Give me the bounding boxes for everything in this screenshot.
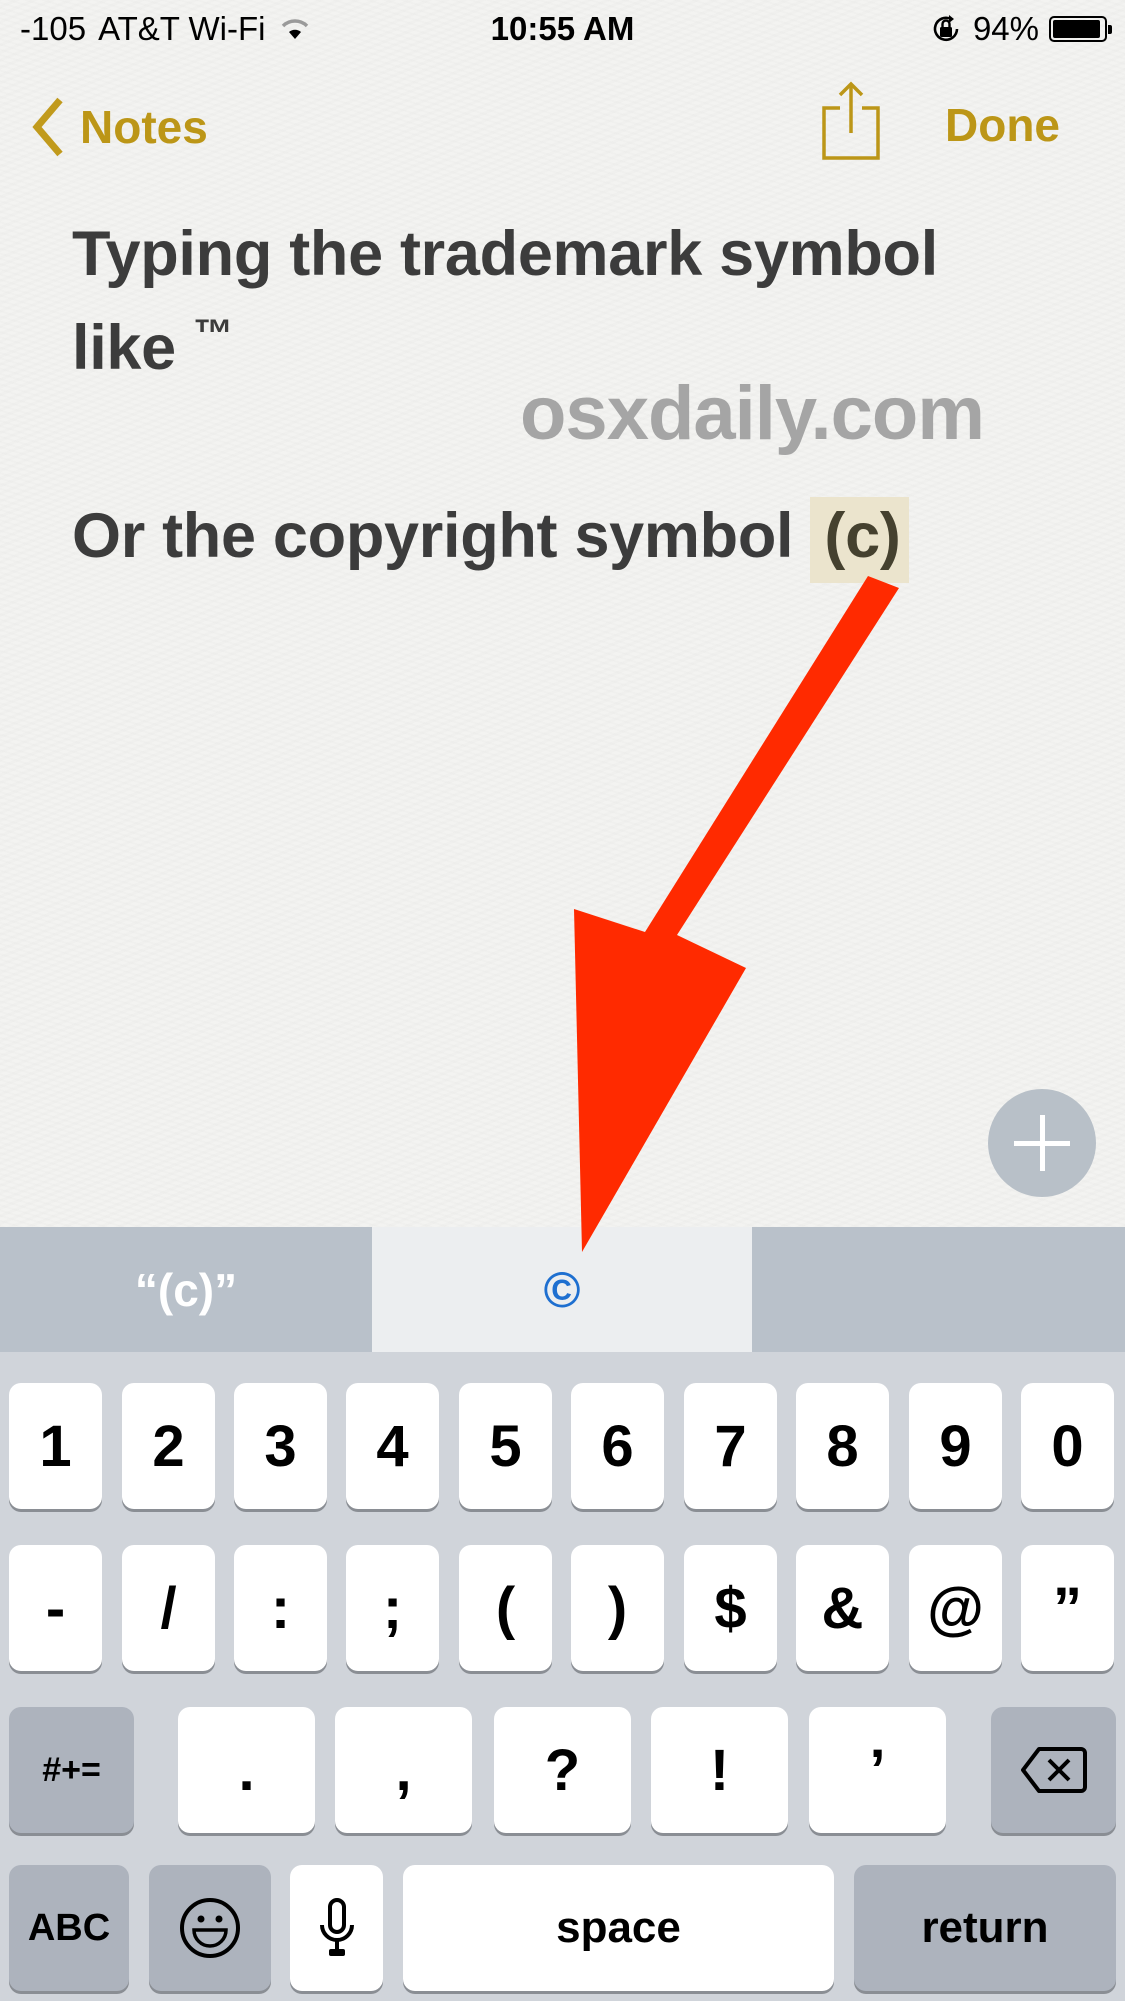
key-space[interactable]: space	[403, 1865, 834, 1991]
plus-icon[interactable]	[988, 1089, 1096, 1197]
key-3[interactable]: 3	[234, 1383, 327, 1509]
chevron-left-icon	[32, 97, 63, 157]
key-question[interactable]: ?	[494, 1707, 631, 1833]
rotation-lock-icon	[933, 15, 959, 42]
key-0[interactable]: 0	[1021, 1383, 1114, 1509]
note-line-3-text: Or the copyright symbol	[72, 501, 811, 571]
microphone-icon	[319, 1898, 354, 1956]
note-background	[0, 0, 1125, 1227]
key-close-paren[interactable]: )	[571, 1545, 664, 1671]
key-delete[interactable]	[991, 1707, 1116, 1833]
key-quote[interactable]: ”	[1021, 1545, 1114, 1671]
key-semicolon[interactable]: ;	[346, 1545, 439, 1671]
key-5[interactable]: 5	[459, 1383, 552, 1509]
emoji-icon	[180, 1898, 240, 1958]
key-9[interactable]: 9	[909, 1383, 1002, 1509]
key-at[interactable]: @	[909, 1545, 1002, 1671]
key-7[interactable]: 7	[684, 1383, 777, 1509]
battery-fill	[1053, 20, 1100, 38]
key-2[interactable]: 2	[122, 1383, 215, 1509]
key-open-paren[interactable]: (	[459, 1545, 552, 1671]
back-to-notes-button[interactable]: Notes	[30, 96, 208, 158]
key-exclamation[interactable]: !	[651, 1707, 788, 1833]
predictive-suggestion-bar: “(c)” ©	[0, 1227, 1125, 1352]
share-icon[interactable]	[818, 78, 884, 162]
key-return[interactable]: return	[854, 1865, 1116, 1991]
key-dollar[interactable]: $	[684, 1545, 777, 1671]
key-symbols-toggle[interactable]: #+=	[9, 1707, 134, 1833]
highlighted-text: (c)	[810, 497, 909, 583]
key-ampersand[interactable]: &	[796, 1545, 889, 1671]
note-line-3[interactable]: Or the copyright symbol (c)	[72, 497, 909, 583]
key-8[interactable]: 8	[796, 1383, 889, 1509]
status-bar: -105 AT&T Wi-Fi 10:55 AM 94%	[0, 0, 1125, 62]
key-1[interactable]: 1	[9, 1383, 102, 1509]
battery-percent: 94%	[972, 10, 1039, 47]
suggestion-empty[interactable]	[752, 1227, 1125, 1352]
battery-icon	[1049, 16, 1112, 42]
key-slash[interactable]: /	[122, 1545, 215, 1671]
back-label: Notes	[80, 101, 208, 153]
key-period[interactable]: .	[178, 1707, 315, 1833]
note-line-2[interactable]: like ™	[72, 312, 233, 384]
key-colon[interactable]: :	[234, 1545, 327, 1671]
key-4[interactable]: 4	[346, 1383, 439, 1509]
suggestion-literal[interactable]: “(c)”	[0, 1227, 372, 1352]
watermark: osxdaily.com	[520, 371, 985, 456]
status-right: 94%	[929, 10, 1112, 48]
note-line-2-text: like	[72, 313, 194, 383]
key-apostrophe[interactable]: ’	[809, 1707, 946, 1833]
trademark-symbol: ™	[193, 312, 233, 356]
key-6[interactable]: 6	[571, 1383, 664, 1509]
key-abc[interactable]: ABC	[9, 1865, 129, 1991]
key-hyphen[interactable]: -	[9, 1545, 102, 1671]
suggestion-copyright[interactable]: ©	[372, 1227, 752, 1352]
note-line-1[interactable]: Typing the trademark symbol	[72, 218, 938, 290]
done-button[interactable]: Done	[945, 98, 1060, 152]
keyboard: 1 2 3 4 5 6 7 8 9 0 - / : ; ( ) $ & @ ” …	[0, 1352, 1125, 2001]
key-dictation[interactable]	[290, 1865, 383, 1991]
key-comma[interactable]: ,	[335, 1707, 472, 1833]
backspace-icon	[1020, 1747, 1087, 1793]
key-emoji[interactable]	[149, 1865, 271, 1991]
